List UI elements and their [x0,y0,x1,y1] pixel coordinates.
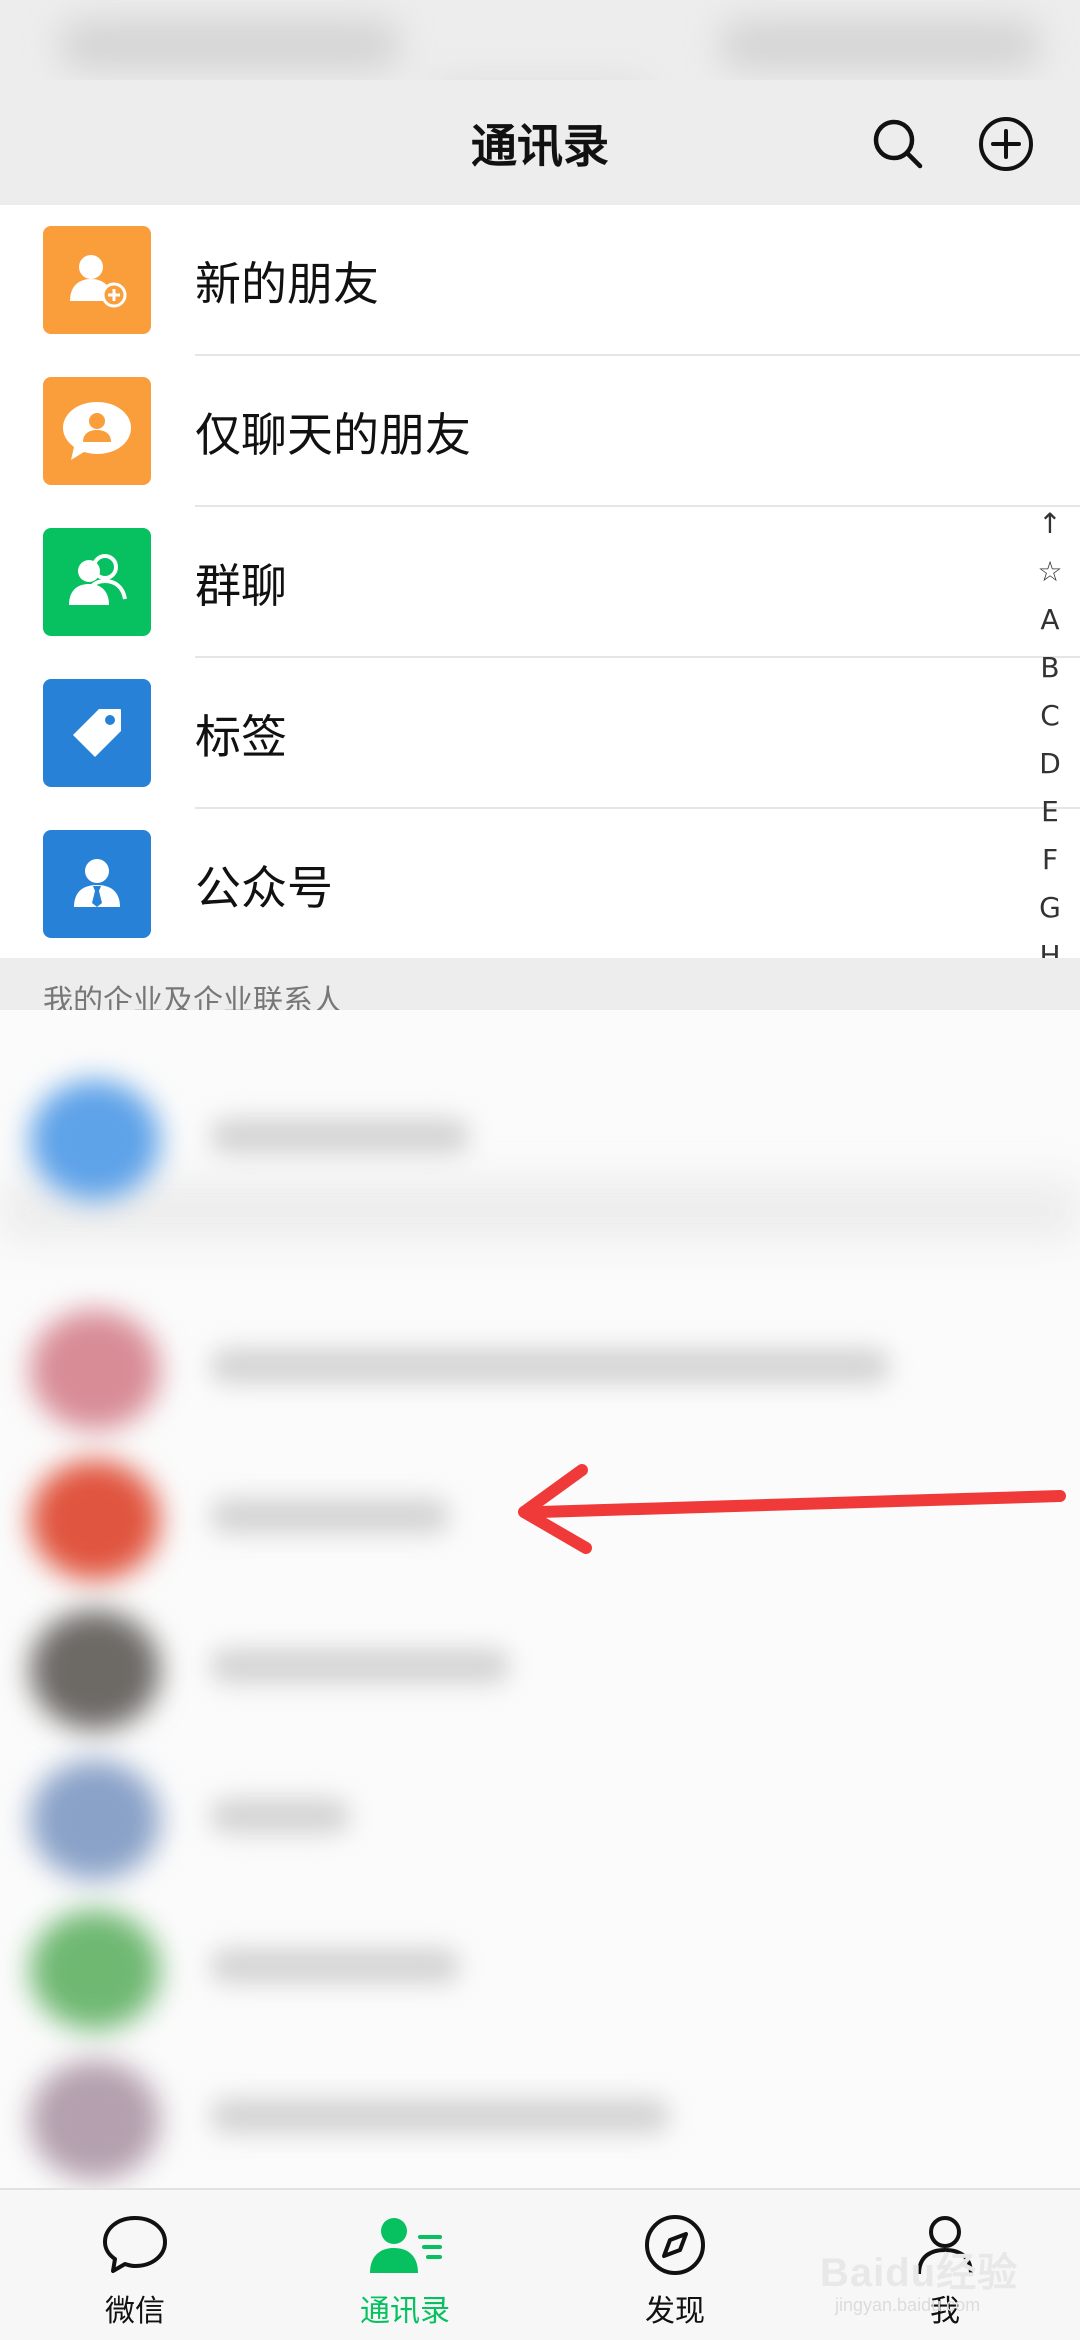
chat-only-friends-item[interactable]: 仅聊天的朋友 [0,356,1080,507]
list-item[interactable] [0,1060,1080,1210]
group-chats-item[interactable]: 群聊 [0,507,1080,658]
annotation-arrow [518,1464,1066,1554]
avatar [30,1080,160,1200]
index-c[interactable]: C [1030,692,1070,740]
index-top[interactable]: ↑ [1030,500,1070,548]
list-item[interactable] [0,1890,1080,2040]
avatar [30,2060,160,2180]
function-list: 新的朋友 仅聊天的朋友 群聊 标签 公众号 [0,205,1080,958]
index-g[interactable]: G [1030,884,1070,932]
group-chat-icon [43,528,151,636]
watermark: Baidu经验 [820,2251,1019,2295]
search-button[interactable] [862,108,934,180]
official-accounts-label: 公众号 [195,860,333,915]
avatar [30,1310,160,1430]
official-accounts-item[interactable]: 公众号 [0,809,1080,960]
avatar [30,1910,160,2030]
plus-circle-icon [979,117,1033,171]
tab-label: 发现 [645,2294,705,2329]
group-chats-label: 群聊 [195,558,287,613]
index-e[interactable]: E [1030,788,1070,836]
tab-chats[interactable]: 微信 [0,2190,270,2340]
list-item[interactable] [0,2040,1080,2190]
avatar [30,1760,160,1880]
list-item[interactable] [0,1290,1080,1440]
contacts-icon [370,2218,442,2273]
tab-label: 通讯录 [360,2294,450,2329]
tab-discover[interactable]: 发现 [540,2190,810,2340]
new-friends-item[interactable]: 新的朋友 [0,205,1080,356]
add-friend-icon [43,226,151,334]
compass-icon [645,2215,705,2275]
list-item[interactable] [0,1740,1080,1890]
avatar [30,1460,160,1580]
chat-bubble-icon [103,2216,167,2273]
index-star[interactable]: ☆ [1030,548,1070,596]
search-icon [873,119,923,169]
index-b[interactable]: B [1030,644,1070,692]
contact-list [0,1010,1080,2190]
official-account-icon [43,830,151,938]
tags-item[interactable]: 标签 [0,658,1080,809]
tab-contacts[interactable]: 通讯录 [270,2190,540,2340]
index-d[interactable]: D [1030,740,1070,788]
list-item[interactable] [0,1590,1080,1740]
new-friends-label: 新的朋友 [195,256,379,311]
header: 通讯录 [0,80,1080,205]
tags-label: 标签 [195,709,287,764]
watermark-url: jingyan.baidu.com [835,2295,981,2315]
add-button[interactable] [970,108,1042,180]
index-a[interactable]: A [1030,596,1070,644]
tag-icon [43,679,151,787]
tab-label: 微信 [105,2294,165,2329]
chat-only-friend-icon [43,377,151,485]
index-f[interactable]: F [1030,836,1070,884]
chat-only-friends-label: 仅聊天的朋友 [195,407,471,462]
alphabet-index[interactable]: ↑ ☆ A B C D E F G H I [1030,500,1070,1028]
avatar [30,1610,160,1730]
